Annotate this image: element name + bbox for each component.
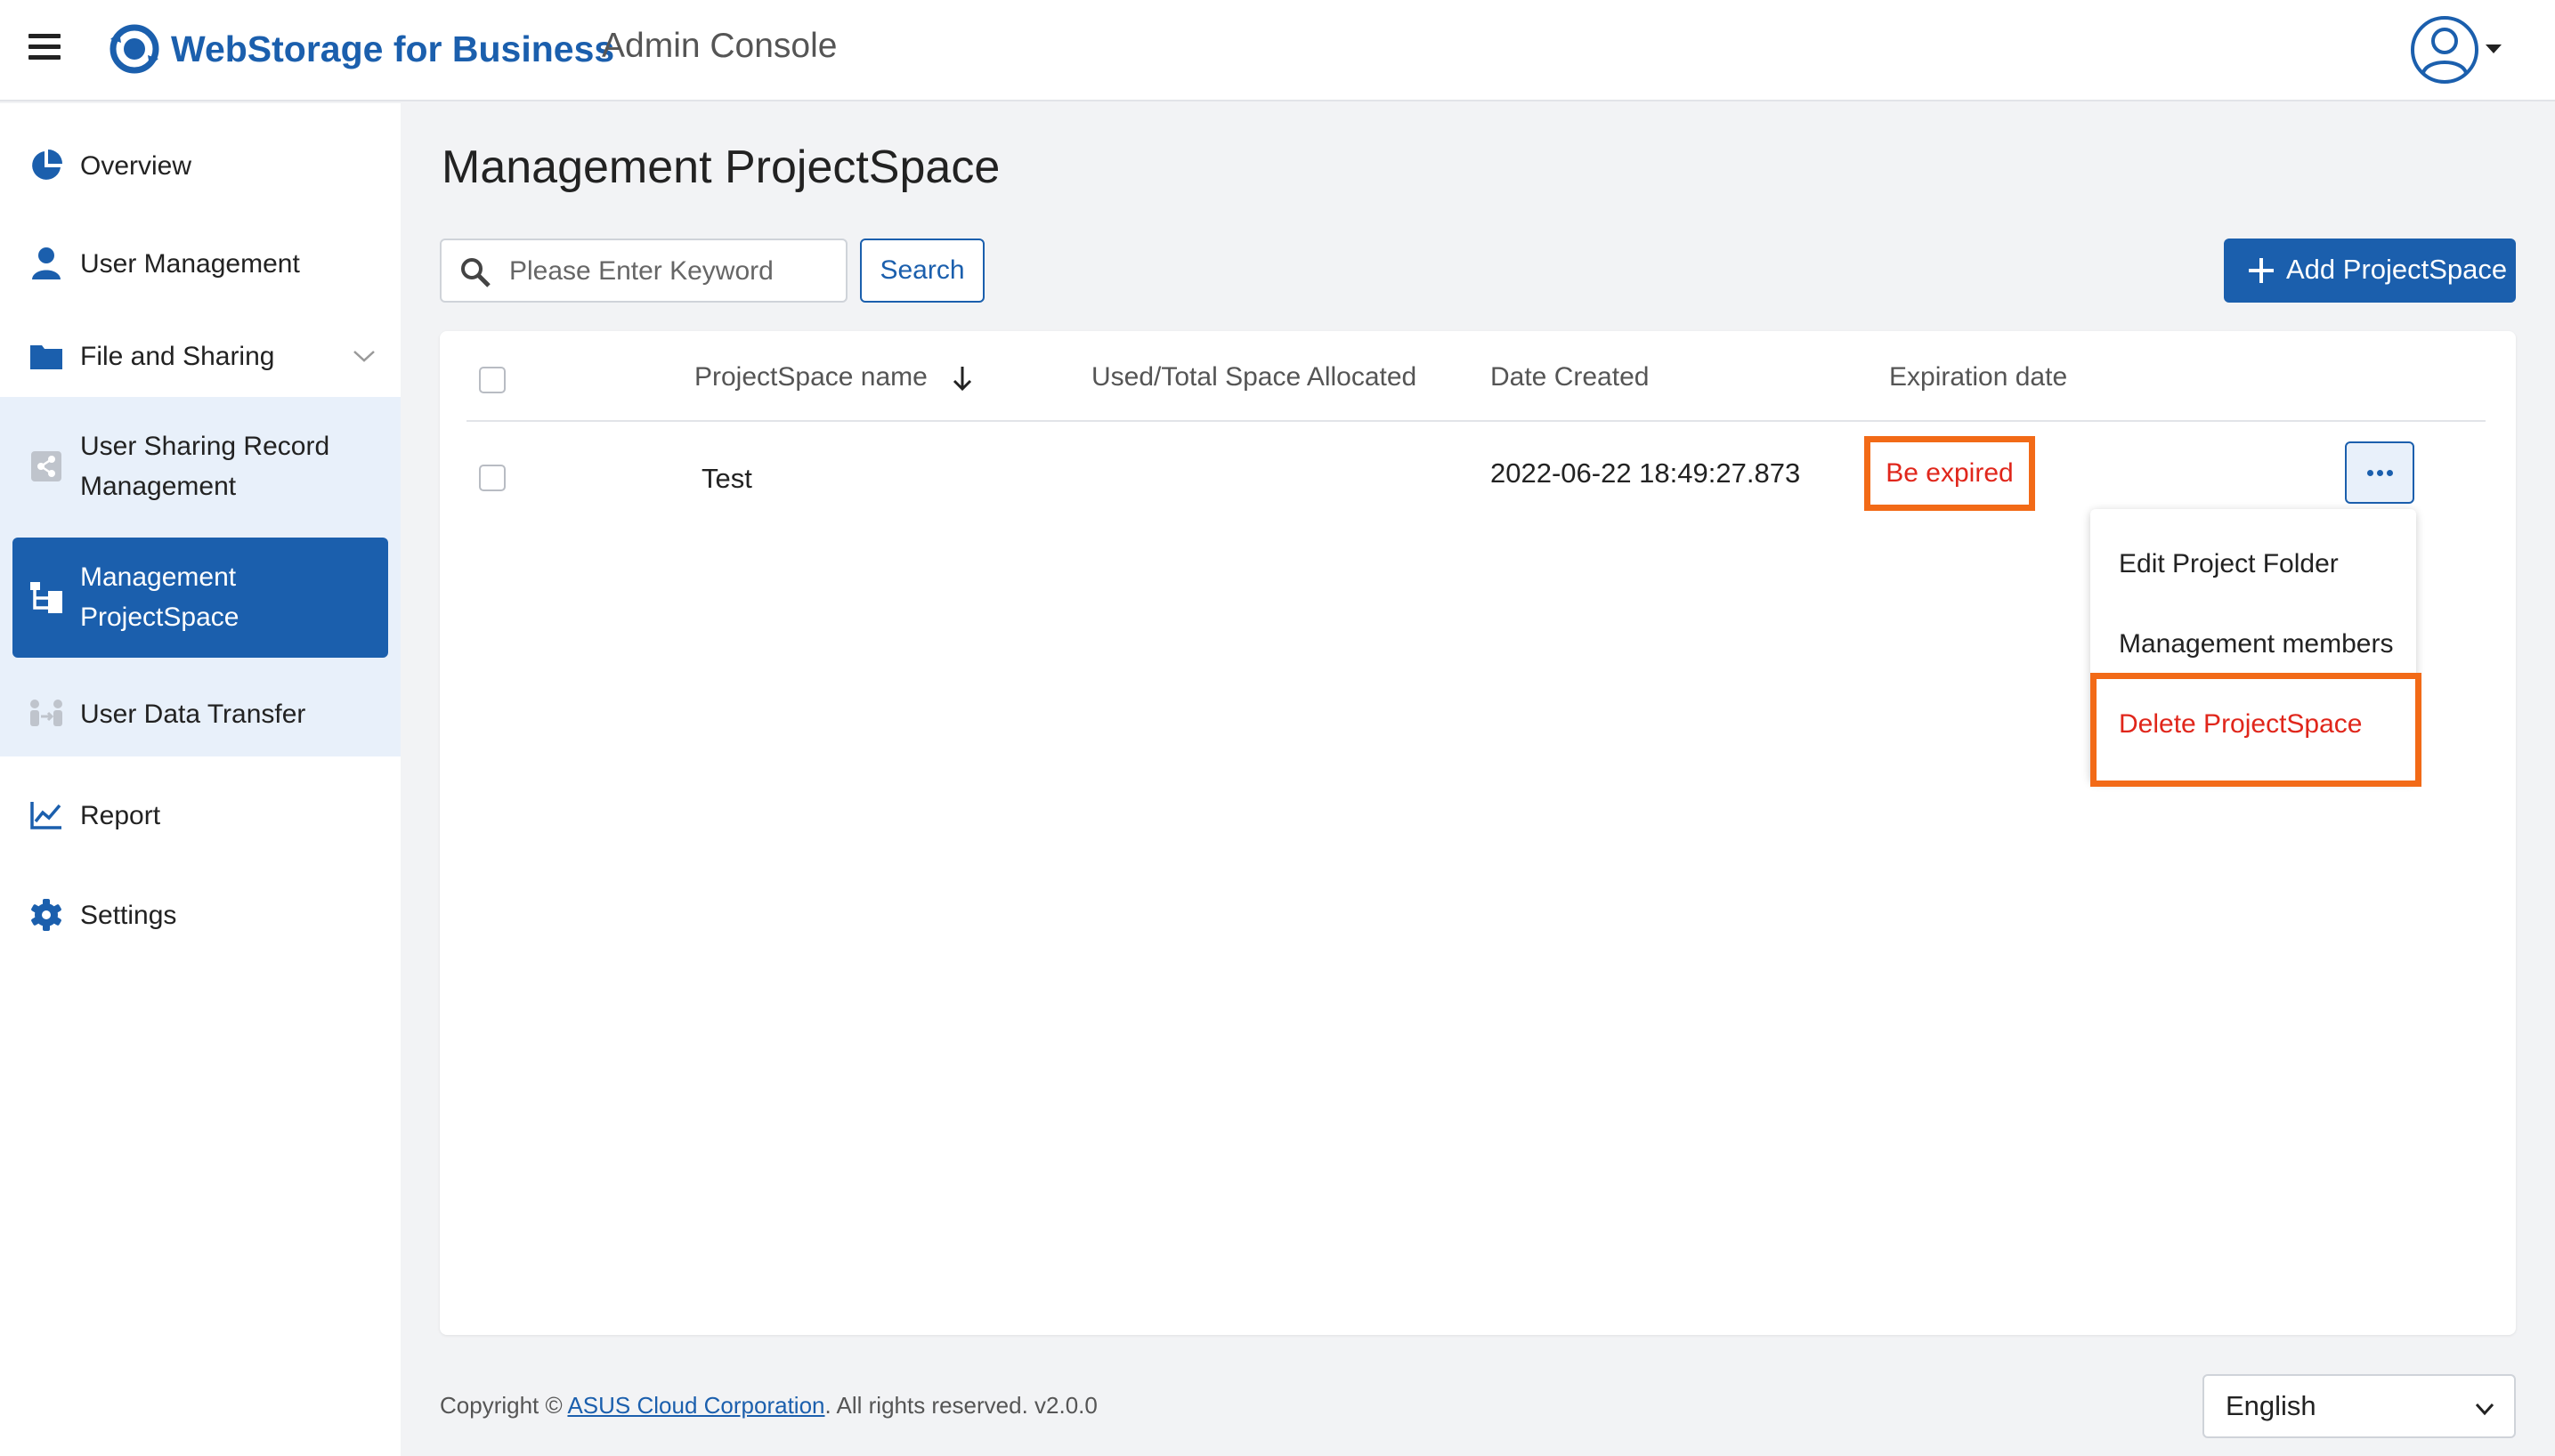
search-input[interactable] xyxy=(509,251,839,292)
add-projectspace-button[interactable]: Add ProjectSpace xyxy=(2224,239,2516,303)
row-name[interactable]: Test xyxy=(702,461,752,497)
sidebar-item-label: User Data Transfer xyxy=(80,699,306,729)
sidebar-item-label: Report xyxy=(80,800,161,830)
column-header-name[interactable]: ProjectSpace name xyxy=(694,360,974,395)
webstorage-logo-icon xyxy=(110,24,159,74)
project-tree-icon xyxy=(28,578,64,614)
column-header-expiration: Expiration date xyxy=(1889,362,2068,392)
header-divider xyxy=(466,420,2486,422)
console-subtitle: Admin Console xyxy=(602,27,838,65)
top-bar: WebStorage for Business Admin Console xyxy=(0,0,2555,101)
user-avatar-icon[interactable] xyxy=(2409,14,2480,85)
menu-item-edit-project-folder[interactable]: Edit Project Folder xyxy=(2119,546,2339,582)
search-icon xyxy=(461,258,491,287)
sidebar-item-label: File and Sharing xyxy=(80,341,275,371)
sidebar-item-label: User Management xyxy=(80,248,300,279)
sidebar: Overview User Management File and Sharin… xyxy=(0,103,401,1456)
share-icon xyxy=(28,449,64,484)
sidebar-item-user-data-transfer[interactable]: User Data Transfer xyxy=(0,687,401,740)
footer-copyright: Copyright © ASUS Cloud Corporation. All … xyxy=(440,1392,1098,1419)
sidebar-item-label: Settings xyxy=(80,900,177,930)
language-value: English xyxy=(2226,1390,2316,1421)
search-box xyxy=(440,239,848,303)
sidebar-item-settings[interactable]: Settings xyxy=(0,888,401,942)
chevron-down-icon xyxy=(353,351,375,362)
sidebar-item-management-projectspace[interactable]: Management ProjectSpace xyxy=(12,538,388,658)
projectspace-table: ProjectSpace name Used/Total Space Alloc… xyxy=(440,331,2516,1335)
more-dots-icon xyxy=(2366,469,2373,476)
sidebar-item-user-sharing-record[interactable]: User Sharing Record Management xyxy=(0,422,401,511)
row-more-button[interactable] xyxy=(2345,441,2414,504)
chevron-down-icon xyxy=(2475,1403,2494,1416)
pie-chart-icon xyxy=(28,148,64,183)
language-select[interactable]: English xyxy=(2202,1374,2516,1438)
menu-item-management-members[interactable]: Management members xyxy=(2119,627,2393,662)
row-checkbox[interactable] xyxy=(479,465,506,491)
sidebar-item-file-and-sharing[interactable]: File and Sharing xyxy=(0,329,401,383)
column-header-date-created: Date Created xyxy=(1490,362,1650,392)
transfer-icon xyxy=(28,696,64,732)
sort-arrow-down-icon[interactable] xyxy=(951,365,974,392)
page-title: Management ProjectSpace xyxy=(442,142,1001,193)
expired-status-badge: Be expired xyxy=(1864,436,2035,511)
avatar-caret-icon[interactable] xyxy=(2486,44,2502,53)
sidebar-item-label: Overview xyxy=(80,150,192,181)
company-link[interactable]: ASUS Cloud Corporation xyxy=(567,1392,824,1419)
user-icon xyxy=(28,246,64,281)
sidebar-item-label: Management ProjectSpace xyxy=(80,562,239,632)
sidebar-item-user-management[interactable]: User Management xyxy=(0,237,401,290)
delete-highlight-box xyxy=(2090,673,2421,787)
plus-icon xyxy=(2249,258,2274,283)
row-date-created: 2022-06-22 18:49:27.873 xyxy=(1490,457,1801,489)
menu-icon[interactable] xyxy=(28,34,61,66)
sidebar-item-label: User Sharing Record Management xyxy=(80,432,330,501)
column-header-space: Used/Total Space Allocated xyxy=(1091,362,1417,392)
folder-icon xyxy=(28,338,64,374)
brand-name: WebStorage for Business xyxy=(171,28,615,69)
line-chart-icon xyxy=(28,797,64,833)
gear-icon xyxy=(28,897,64,933)
sidebar-item-overview[interactable]: Overview xyxy=(0,139,401,192)
select-all-checkbox[interactable] xyxy=(479,367,506,393)
sidebar-item-report[interactable]: Report xyxy=(0,789,401,842)
add-projectspace-label: Add ProjectSpace xyxy=(2286,254,2508,285)
search-button[interactable]: Search xyxy=(860,239,985,303)
